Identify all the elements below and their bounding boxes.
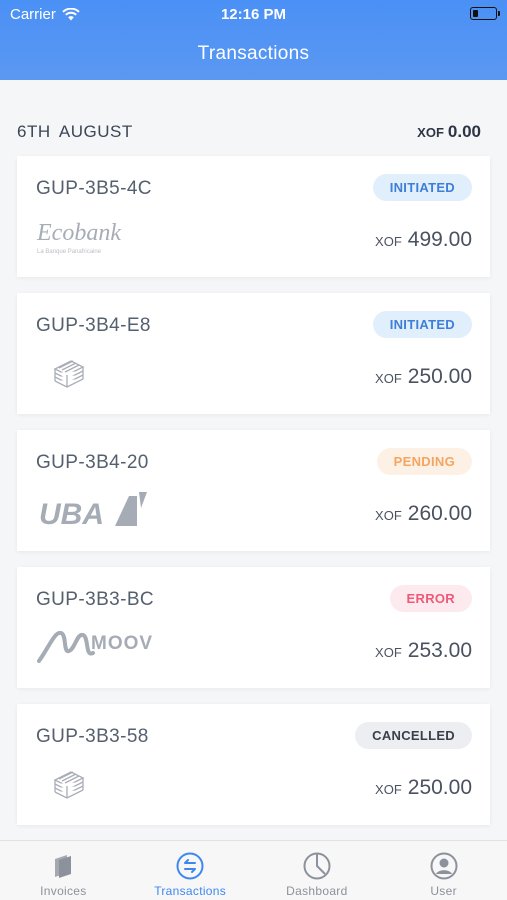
transaction-card[interactable]: GUP-3B4-E8 INITIATED XOF 250.00 <box>17 293 490 414</box>
transaction-amount: XOF 253.00 <box>375 639 472 663</box>
amount-currency: XOF <box>375 645 402 660</box>
status-badge: INITIATED <box>372 174 472 201</box>
invoices-icon <box>55 855 72 878</box>
transaction-amount: XOF 250.00 <box>375 365 472 389</box>
amount-value: 499.00 <box>407 228 472 251</box>
transaction-card[interactable]: GUP-3B3-BC ERROR MOOV XOF 253.00 <box>17 567 490 688</box>
transaction-id: GUP-3B3-58 <box>36 726 149 747</box>
transaction-id: GUP-3B3-BC <box>36 589 155 610</box>
amount-value: 260.00 <box>407 502 472 525</box>
moov-logo: MOOV <box>37 623 157 672</box>
section-currency: XOF <box>417 125 444 140</box>
tab-user[interactable]: User <box>380 841 507 900</box>
amount-currency: XOF <box>375 782 402 797</box>
tab-label: Invoices <box>40 884 87 898</box>
transaction-card[interactable]: GUP-3B5-4C INITIATED Ecobank La Banque P… <box>17 156 490 277</box>
section-total: XOF 0.00 <box>417 122 481 142</box>
app-header: Carrier 12:16 PM Transactions <box>0 0 507 80</box>
dashboard-icon <box>303 852 331 880</box>
transaction-amount: XOF 260.00 <box>375 502 472 526</box>
section-date: 6TH AUGUST <box>17 122 133 141</box>
ecobank-logo-tagline: La Banque Panafricaine <box>37 249 102 255</box>
amount-currency: XOF <box>375 371 402 386</box>
tab-label: Dashboard <box>286 884 348 898</box>
tab-dashboard[interactable]: Dashboard <box>254 841 381 900</box>
cash-icon <box>51 764 87 807</box>
amount-currency: XOF <box>375 508 402 523</box>
tab-label: User <box>430 884 457 898</box>
status-badge: INITIATED <box>372 311 472 338</box>
transaction-card[interactable]: GUP-3B4-20 PENDING UBA XOF 260.00 <box>17 430 490 551</box>
status-time: 12:16 PM <box>220 6 287 23</box>
amount-value: 253.00 <box>407 639 472 662</box>
section-header: 6TH AUGUST XOF 0.00 <box>0 118 507 146</box>
user-icon <box>430 852 458 880</box>
amount-value: 250.00 <box>407 365 472 388</box>
transaction-id: GUP-3B4-20 <box>36 452 149 473</box>
status-badge: PENDING <box>376 448 472 475</box>
status-bar: Carrier 12:16 PM <box>0 0 507 28</box>
transaction-card[interactable]: GUP-3B3-58 CANCELLED XOF 250.00 <box>17 704 490 825</box>
amount-currency: XOF <box>375 234 402 249</box>
uba-logo-text: UBA <box>39 498 104 530</box>
tab-invoices[interactable]: Invoices <box>0 841 127 900</box>
cash-icon <box>51 353 87 396</box>
transaction-id: GUP-3B5-4C <box>36 178 152 199</box>
transaction-amount: XOF 499.00 <box>375 228 472 252</box>
transaction-amount: XOF 250.00 <box>375 776 472 800</box>
battery-icon <box>470 7 500 20</box>
uba-logo: UBA <box>39 490 149 535</box>
status-badge: CANCELLED <box>355 722 472 749</box>
tab-label: Transactions <box>154 884 227 898</box>
amount-value: 250.00 <box>407 776 472 799</box>
status-badge: ERROR <box>389 585 472 612</box>
tab-transactions[interactable]: Transactions <box>127 841 254 900</box>
transactions-icon <box>176 852 204 880</box>
transaction-id: GUP-3B4-E8 <box>36 315 151 336</box>
page-title: Transactions <box>197 43 310 64</box>
ecobank-logo: Ecobank La Banque Panafricaine <box>35 216 135 263</box>
section-total-value: 0.00 <box>447 122 481 141</box>
tab-bar: Invoices Transactions Dashboard User <box>0 840 507 900</box>
ecobank-logo-text: Ecobank <box>36 220 121 246</box>
moov-logo-text: MOOV <box>91 633 153 654</box>
